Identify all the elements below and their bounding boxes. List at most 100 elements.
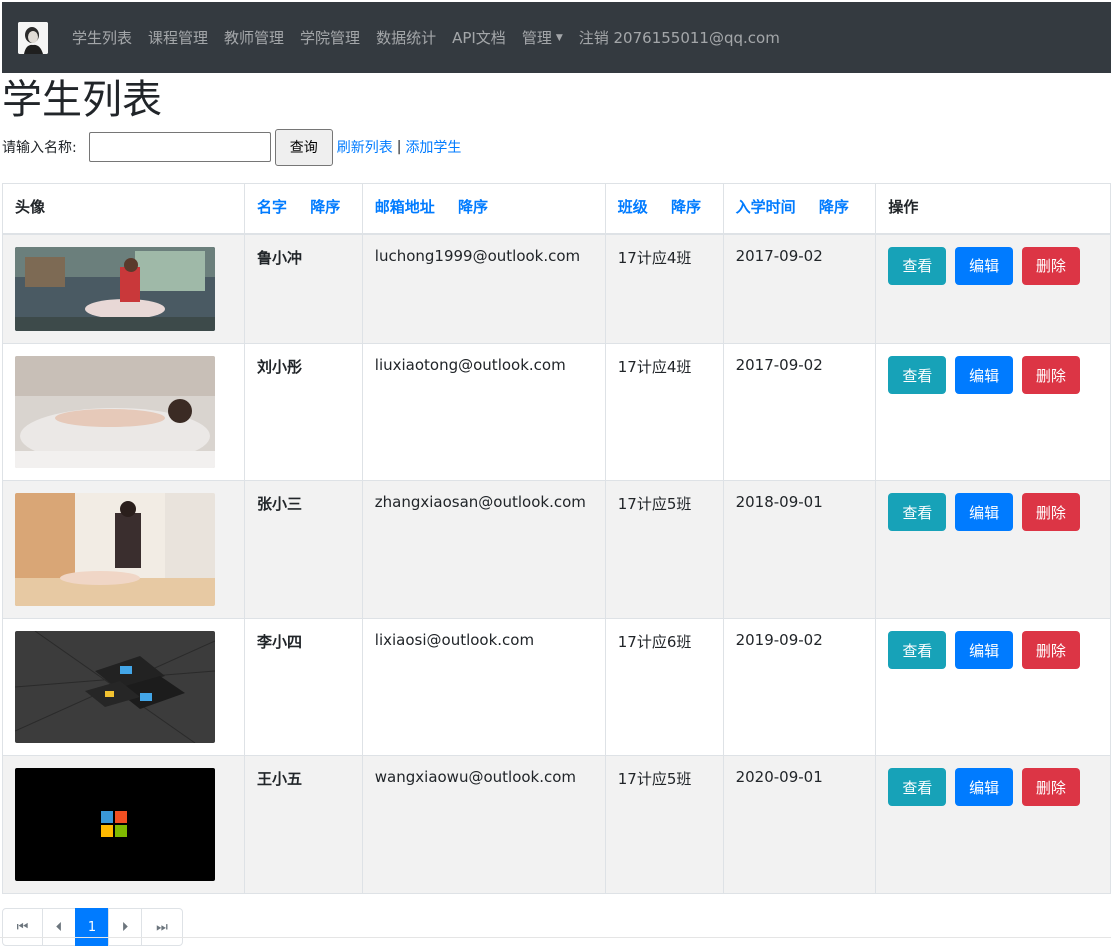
sort-name-desc-link[interactable]: 降序 — [310, 198, 340, 216]
avatar-cell — [2, 233, 245, 344]
view-button[interactable]: 查看 — [888, 246, 947, 285]
view-button[interactable]: 查看 — [888, 768, 947, 806]
bottom-divider — [0, 937, 1111, 938]
delete-button[interactable]: 删除 — [1021, 493, 1080, 531]
current-page-number: 1 — [87, 919, 97, 935]
student-name: 李小四 — [243, 618, 363, 756]
search-input[interactable] — [88, 132, 271, 162]
next-icon: ⏵ — [121, 919, 129, 935]
student-enroll-date: 2019-09-02 — [722, 618, 877, 756]
delete-button[interactable]: 删除 — [1021, 356, 1080, 394]
header-avatar: 头像 — [2, 183, 245, 235]
sort-by-name-link[interactable]: 名字 — [257, 198, 287, 216]
table-header-row: 头像 名字 降序 邮箱地址 降序 班级 降序 入学时间 降序 操作 — [2, 183, 1111, 235]
nav-api-docs[interactable]: API文档 — [452, 27, 506, 48]
view-button[interactable]: 查看 — [888, 631, 947, 669]
edit-button[interactable]: 编辑 — [955, 246, 1014, 285]
search-bar: 请输入名称: 查询 刷新列表 | 添加学生 — [2, 128, 461, 166]
avatar-cell — [2, 755, 245, 894]
student-avatar-image — [15, 356, 215, 468]
previous-icon: ⏴ — [55, 919, 63, 935]
link-separator: | — [396, 139, 402, 155]
student-class: 17计应4班 — [604, 343, 724, 481]
pagination: ⏮ ⏴ 1 ⏵ ⏭ — [2, 908, 183, 946]
student-name: 张小三 — [243, 480, 363, 619]
prev-page-button[interactable]: ⏴ — [42, 908, 76, 946]
sort-by-class-link[interactable]: 班级 — [618, 198, 648, 216]
actions-cell: 查看 编辑 删除 — [875, 480, 1111, 619]
caret-down-icon: ▼ — [555, 32, 563, 43]
skip-first-icon: ⏮ — [16, 919, 29, 935]
student-enroll-date: 2020-09-01 — [722, 755, 877, 894]
refresh-list-link[interactable]: 刷新列表 — [337, 137, 393, 157]
nav-teachers[interactable]: 教师管理 — [224, 27, 284, 48]
header-class: 班级 降序 — [604, 183, 724, 235]
actions-cell: 查看 编辑 删除 — [875, 233, 1111, 344]
avatar-cell — [2, 618, 245, 756]
table-row: 鲁小冲 luchong1999@outlook.com 17计应4班 2017-… — [2, 233, 1111, 344]
students-table: 头像 名字 降序 邮箱地址 降序 班级 降序 入学时间 降序 操作 鲁小冲 lu… — [2, 183, 1111, 894]
nav-admin-dropdown[interactable]: 管理 ▼ — [522, 27, 563, 48]
student-class: 17计应4班 — [604, 233, 724, 344]
top-navbar: 学生列表 课程管理 教师管理 学院管理 数据统计 API文档 管理 ▼ 注销 2… — [2, 2, 1111, 73]
current-page-button[interactable]: 1 — [75, 908, 109, 946]
student-class: 17计应5班 — [604, 755, 724, 894]
student-email: lixiaosi@outlook.com — [361, 618, 606, 756]
edit-button[interactable]: 编辑 — [955, 631, 1014, 669]
student-name: 王小五 — [243, 755, 363, 894]
student-email: wangxiaowu@outlook.com — [361, 755, 606, 894]
student-name: 鲁小冲 — [243, 233, 363, 344]
view-button[interactable]: 查看 — [888, 356, 947, 394]
sort-class-desc-link[interactable]: 降序 — [671, 198, 701, 216]
table-row: 王小五 wangxiaowu@outlook.com 17计应5班 2020-0… — [2, 755, 1111, 894]
delete-button[interactable]: 删除 — [1021, 768, 1080, 806]
view-button[interactable]: 查看 — [888, 493, 947, 531]
student-enroll-date: 2017-09-02 — [722, 233, 877, 344]
edit-button[interactable]: 编辑 — [955, 768, 1014, 806]
header-email: 邮箱地址 降序 — [361, 183, 606, 235]
nav-admin-label: 管理 — [521, 29, 552, 47]
header-actions: 操作 — [875, 183, 1111, 235]
sort-email-desc-link[interactable]: 降序 — [458, 198, 488, 216]
student-avatar-image — [15, 246, 215, 331]
header-name: 名字 降序 — [243, 183, 363, 235]
table-row: 张小三 zhangxiaosan@outlook.com 17计应5班 2018… — [2, 480, 1111, 619]
edit-button[interactable]: 编辑 — [955, 356, 1014, 394]
actions-cell: 查看 编辑 删除 — [875, 755, 1111, 894]
nav-colleges[interactable]: 学院管理 — [300, 27, 360, 48]
sort-enroll-desc-link[interactable]: 降序 — [819, 198, 849, 216]
search-label: 请输入名称: — [2, 140, 77, 156]
table-row: 李小四 lixiaosi@outlook.com 17计应6班 2019-09-… — [2, 618, 1111, 756]
student-enroll-date: 2017-09-02 — [722, 343, 877, 481]
avatar-cell — [2, 343, 245, 481]
student-avatar-image — [15, 768, 215, 881]
nav-statistics[interactable]: 数据统计 — [376, 27, 436, 48]
add-student-link[interactable]: 添加学生 — [405, 137, 461, 157]
delete-button[interactable]: 删除 — [1021, 246, 1080, 285]
avatar-cell — [2, 480, 245, 619]
actions-cell: 查看 编辑 删除 — [875, 618, 1111, 756]
first-page-button[interactable]: ⏮ — [2, 908, 43, 946]
skip-last-icon: ⏭ — [156, 919, 168, 935]
student-email: liuxiaotong@outlook.com — [361, 343, 606, 481]
edit-button[interactable]: 编辑 — [955, 493, 1014, 531]
student-email: luchong1999@outlook.com — [361, 233, 606, 344]
student-name: 刘小彤 — [243, 343, 363, 481]
delete-button[interactable]: 删除 — [1021, 631, 1080, 669]
table-row: 刘小彤 liuxiaotong@outlook.com 17计应4班 2017-… — [2, 343, 1111, 481]
page-title: 学生列表 — [2, 77, 162, 123]
nav-logout[interactable]: 注销 2076155011@qq.com — [579, 27, 780, 48]
student-avatar-image — [15, 631, 215, 743]
last-page-button[interactable]: ⏭ — [141, 908, 183, 946]
next-page-button[interactable]: ⏵ — [108, 908, 142, 946]
brand-logo-avatar[interactable] — [18, 21, 48, 54]
nav-courses[interactable]: 课程管理 — [148, 27, 208, 48]
student-class: 17计应6班 — [604, 618, 724, 756]
search-button[interactable]: 查询 — [274, 128, 333, 166]
nav-students[interactable]: 学生列表 — [72, 27, 132, 48]
sort-by-email-link[interactable]: 邮箱地址 — [375, 198, 435, 216]
student-enroll-date: 2018-09-01 — [722, 480, 877, 619]
actions-cell: 查看 编辑 删除 — [875, 343, 1111, 481]
sort-by-enroll-link[interactable]: 入学时间 — [736, 198, 796, 216]
student-email: zhangxiaosan@outlook.com — [361, 480, 606, 619]
